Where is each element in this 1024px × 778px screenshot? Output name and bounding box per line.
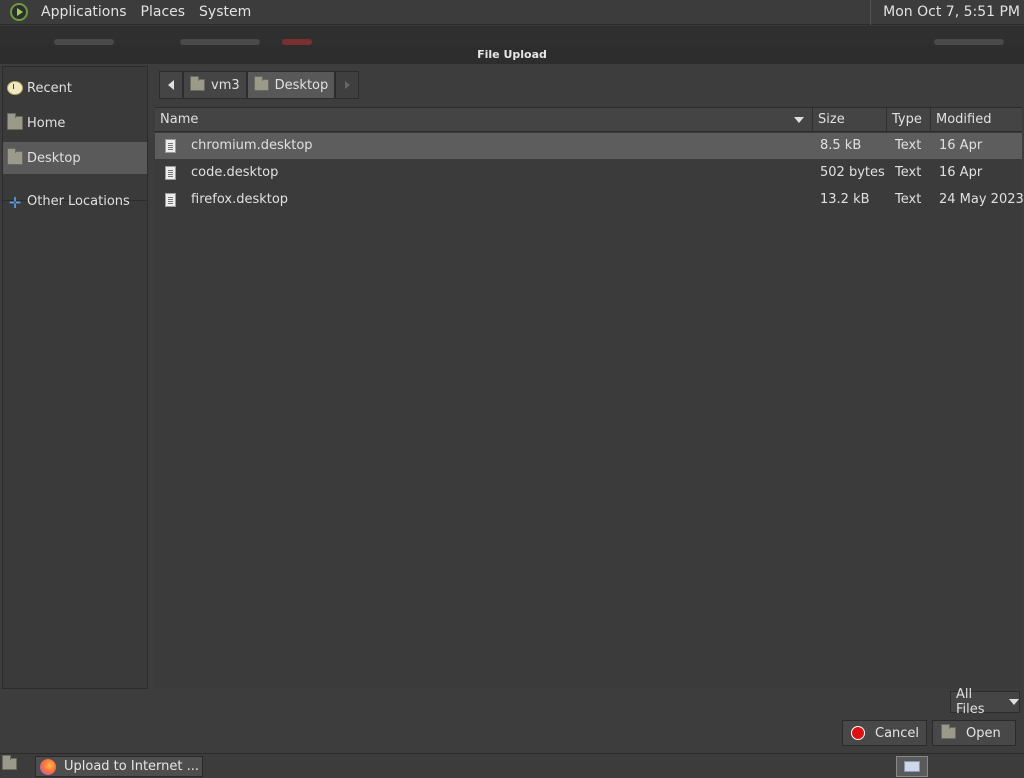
file-list-header: Name Size Type Modified xyxy=(155,108,1022,132)
sidebar-item-recent[interactable]: Recent xyxy=(3,72,147,104)
file-type: Text xyxy=(895,165,922,180)
file-modified: 16 Apr xyxy=(939,165,983,180)
path-segment-label: vm3 xyxy=(211,77,240,93)
path-bar: vm3 Desktop xyxy=(159,70,360,100)
file-upload-dialog: File Upload Recent Home Desktop ✛ Other … xyxy=(0,45,1024,753)
sidebar-item-desktop[interactable]: Desktop xyxy=(3,142,147,174)
column-header-modified[interactable]: Modified xyxy=(930,108,1022,132)
chevron-right-icon xyxy=(344,81,350,89)
sidebar-item-label: Desktop xyxy=(27,150,81,166)
top-panel: Applications Places System Mon Oct 7, 5:… xyxy=(0,0,1024,25)
open-button[interactable]: Open xyxy=(932,720,1016,746)
cancel-label: Cancel xyxy=(875,725,920,741)
bottom-taskbar: Upload to Internet ... xyxy=(0,753,1024,778)
file-modified: 16 Apr xyxy=(939,138,983,153)
column-header-name[interactable]: Name xyxy=(155,108,812,132)
file-row[interactable]: chromium.desktop 8.5 kB Text 16 Apr xyxy=(155,133,1022,159)
column-header-size[interactable]: Size xyxy=(812,108,886,132)
places-sidebar: Recent Home Desktop ✛ Other Locations xyxy=(2,66,148,689)
desktop-folder-icon xyxy=(7,148,23,165)
file-size: 13.2 kB xyxy=(820,192,870,207)
text-file-icon xyxy=(165,166,176,180)
file-modified: 24 May 2023 xyxy=(939,192,1024,207)
distro-logo-icon[interactable] xyxy=(10,3,28,21)
background-window-strip xyxy=(0,26,1024,46)
text-file-icon xyxy=(165,139,176,153)
recent-clock-icon xyxy=(7,81,23,95)
column-header-type[interactable]: Type xyxy=(886,108,930,132)
path-back-button[interactable] xyxy=(159,71,183,99)
cancel-button[interactable]: Cancel xyxy=(842,720,927,746)
open-label: Open xyxy=(966,725,1001,741)
places-menu[interactable]: Places xyxy=(134,0,193,25)
workspace-icon xyxy=(904,761,920,772)
sidebar-item-home[interactable]: Home xyxy=(3,107,147,139)
path-segment-label: Desktop xyxy=(274,77,329,93)
plus-icon: ✛ xyxy=(8,194,22,212)
workspace-switcher[interactable] xyxy=(896,756,928,777)
path-segment-vm3[interactable]: vm3 xyxy=(183,71,247,99)
cancel-icon xyxy=(851,726,865,740)
sidebar-item-label: Home xyxy=(27,115,66,131)
taskbar-item-browser[interactable]: Upload to Internet ... xyxy=(35,756,203,777)
file-name: firefox.desktop xyxy=(191,192,289,207)
filter-label: All Files xyxy=(956,687,985,717)
dialog-title[interactable]: File Upload xyxy=(0,45,1024,64)
file-row[interactable]: code.desktop 502 bytes Text 16 Apr xyxy=(155,160,1022,186)
sidebar-item-other-locations[interactable]: ✛ Other Locations xyxy=(3,185,147,217)
path-segment-desktop[interactable]: Desktop xyxy=(246,71,336,99)
file-list: Name Size Type Modified chromium.desktop… xyxy=(155,107,1024,689)
file-type: Text xyxy=(895,192,922,207)
path-forward-button[interactable] xyxy=(335,71,360,99)
home-folder-icon xyxy=(7,113,23,130)
chevron-left-icon xyxy=(168,80,174,90)
file-size: 502 bytes xyxy=(820,165,885,180)
desktop-folder-icon xyxy=(253,76,269,91)
firefox-icon xyxy=(40,758,56,775)
system-menu[interactable]: System xyxy=(192,0,258,25)
text-file-icon xyxy=(165,193,176,207)
file-row[interactable]: firefox.desktop 13.2 kB Text 24 May 2023 xyxy=(155,187,1024,213)
file-type-filter[interactable]: All Files xyxy=(950,687,1020,717)
show-desktop-icon[interactable] xyxy=(2,755,17,770)
file-size: 8.5 kB xyxy=(820,138,862,153)
file-name: code.desktop xyxy=(191,165,279,180)
file-browser-main: vm3 Desktop Name Size Type Modified chro… xyxy=(153,66,1024,689)
file-type: Text xyxy=(895,138,922,153)
clock[interactable]: Mon Oct 7, 5:51 PM xyxy=(870,0,1020,25)
home-folder-icon xyxy=(190,76,205,91)
sort-descending-icon xyxy=(794,117,804,123)
applications-menu[interactable]: Applications xyxy=(34,0,134,25)
file-name: chromium.desktop xyxy=(191,138,313,153)
chevron-down-icon xyxy=(1009,699,1019,705)
sidebar-item-label: Other Locations xyxy=(27,193,130,209)
open-folder-icon xyxy=(941,724,956,739)
sidebar-item-label: Recent xyxy=(27,80,72,96)
taskbar-item-label: Upload to Internet ... xyxy=(64,759,200,774)
